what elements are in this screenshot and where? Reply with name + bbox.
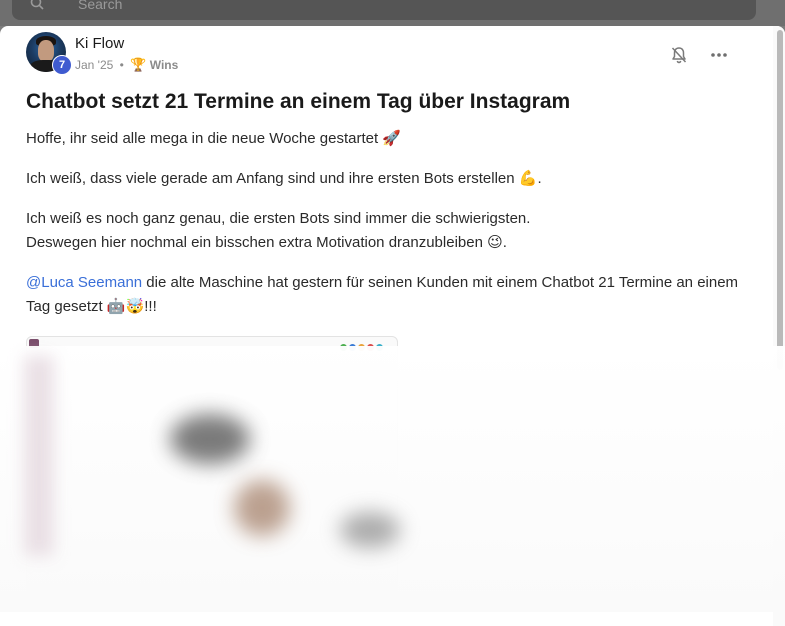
- post-header: 7 Ki Flow Jan '25 • 🏆 Wins: [26, 32, 746, 75]
- user-mention[interactable]: @Luca Seemann: [26, 274, 142, 291]
- post-paragraph-2: Ich weiß, dass viele gerade am Anfang si…: [26, 170, 542, 187]
- category-label[interactable]: Wins: [150, 58, 179, 72]
- blurred-shape: [340, 512, 400, 548]
- post-paragraph-3-line-1: Ich weiß es noch ganz genau, die ersten …: [26, 210, 531, 227]
- blurred-image-content: [0, 346, 785, 612]
- post-paragraph-3: Ich weiß es noch ganz genau, die ersten …: [26, 207, 746, 255]
- search-icon: [30, 0, 44, 10]
- post-paragraph-4: @Luca Seemann die alte Maschine hat gest…: [26, 271, 746, 319]
- post-meta: Jan '25 • 🏆 Wins: [75, 57, 178, 73]
- more-horizontal-icon[interactable]: [709, 45, 729, 65]
- post-paragraph-1: Hoffe, ihr seid alle mega in die neue Wo…: [26, 130, 401, 147]
- search-input[interactable]: Search: [12, 0, 756, 20]
- bell-off-icon[interactable]: [669, 45, 689, 65]
- blurred-sidebar: [24, 356, 54, 556]
- post-date[interactable]: Jan '25: [75, 58, 113, 72]
- author-name[interactable]: Ki Flow: [75, 35, 124, 52]
- trophy-icon: 🏆: [130, 57, 147, 72]
- scrollbar-thumb[interactable]: [777, 30, 783, 370]
- level-badge: 7: [52, 55, 72, 75]
- blurred-shape: [170, 414, 250, 464]
- post-title: Chatbot setzt 21 Termine an einem Tag üb…: [26, 90, 571, 113]
- search-placeholder: Search: [78, 0, 123, 12]
- meta-separator: •: [119, 58, 124, 72]
- post-paragraph-3-line-2: Deswegen hier nochmal ein bisschen extra…: [26, 234, 507, 251]
- blurred-shape: [234, 480, 290, 536]
- top-bar: Search: [0, 0, 785, 26]
